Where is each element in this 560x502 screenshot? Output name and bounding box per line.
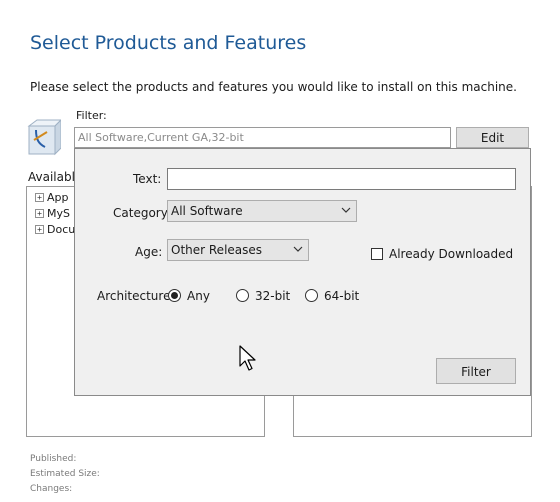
- filter-popup: Text: Category: All Software Age: Other …: [74, 148, 531, 396]
- filter-button[interactable]: Filter: [436, 358, 516, 384]
- tree-item[interactable]: + MyS: [35, 207, 70, 221]
- tree-item-label: MyS: [47, 207, 70, 220]
- category-select[interactable]: All Software: [167, 200, 357, 222]
- architecture-any-radio[interactable]: [168, 289, 181, 302]
- tree-item[interactable]: + Docu: [35, 223, 75, 237]
- published-label: Published:: [30, 454, 77, 464]
- architecture-label: Architecture:: [97, 289, 175, 303]
- architecture-any-label[interactable]: Any: [187, 289, 210, 303]
- age-label: Age:: [135, 245, 163, 259]
- expand-icon[interactable]: +: [35, 208, 44, 218]
- text-label: Text:: [133, 172, 162, 186]
- expand-icon[interactable]: +: [35, 192, 44, 202]
- changes-label: Changes:: [30, 484, 73, 494]
- estimated-size-label: Estimated Size:: [30, 469, 100, 479]
- architecture-64bit-radio[interactable]: [305, 289, 318, 302]
- chevron-down-icon: [341, 207, 351, 213]
- tree-item-label: App: [47, 191, 69, 204]
- architecture-64bit-label[interactable]: 64-bit: [324, 289, 359, 303]
- category-label: Category:: [113, 206, 171, 220]
- filter-field[interactable]: All Software,Current GA,32-bit: [74, 127, 451, 148]
- tree-item[interactable]: + App: [35, 191, 69, 205]
- page-subtitle: Please select the products and features …: [30, 80, 517, 94]
- already-downloaded-checkbox[interactable]: [371, 248, 383, 260]
- chevron-down-icon: [293, 246, 303, 252]
- page-title: Select Products and Features: [30, 32, 307, 54]
- expand-icon[interactable]: +: [35, 224, 44, 234]
- age-value: Other Releases: [171, 243, 263, 257]
- edit-filter-button[interactable]: Edit: [456, 127, 529, 148]
- mouse-pointer-icon: [238, 345, 258, 373]
- tree-item-label: Docu: [47, 223, 76, 236]
- architecture-32bit-label[interactable]: 32-bit: [255, 289, 290, 303]
- already-downloaded-label[interactable]: Already Downloaded: [389, 247, 513, 261]
- age-select[interactable]: Other Releases: [167, 239, 309, 261]
- category-value: All Software: [171, 204, 243, 218]
- package-icon: [27, 116, 63, 156]
- filter-label: Filter:: [76, 109, 107, 122]
- text-input[interactable]: [167, 168, 516, 190]
- architecture-32bit-radio[interactable]: [236, 289, 249, 302]
